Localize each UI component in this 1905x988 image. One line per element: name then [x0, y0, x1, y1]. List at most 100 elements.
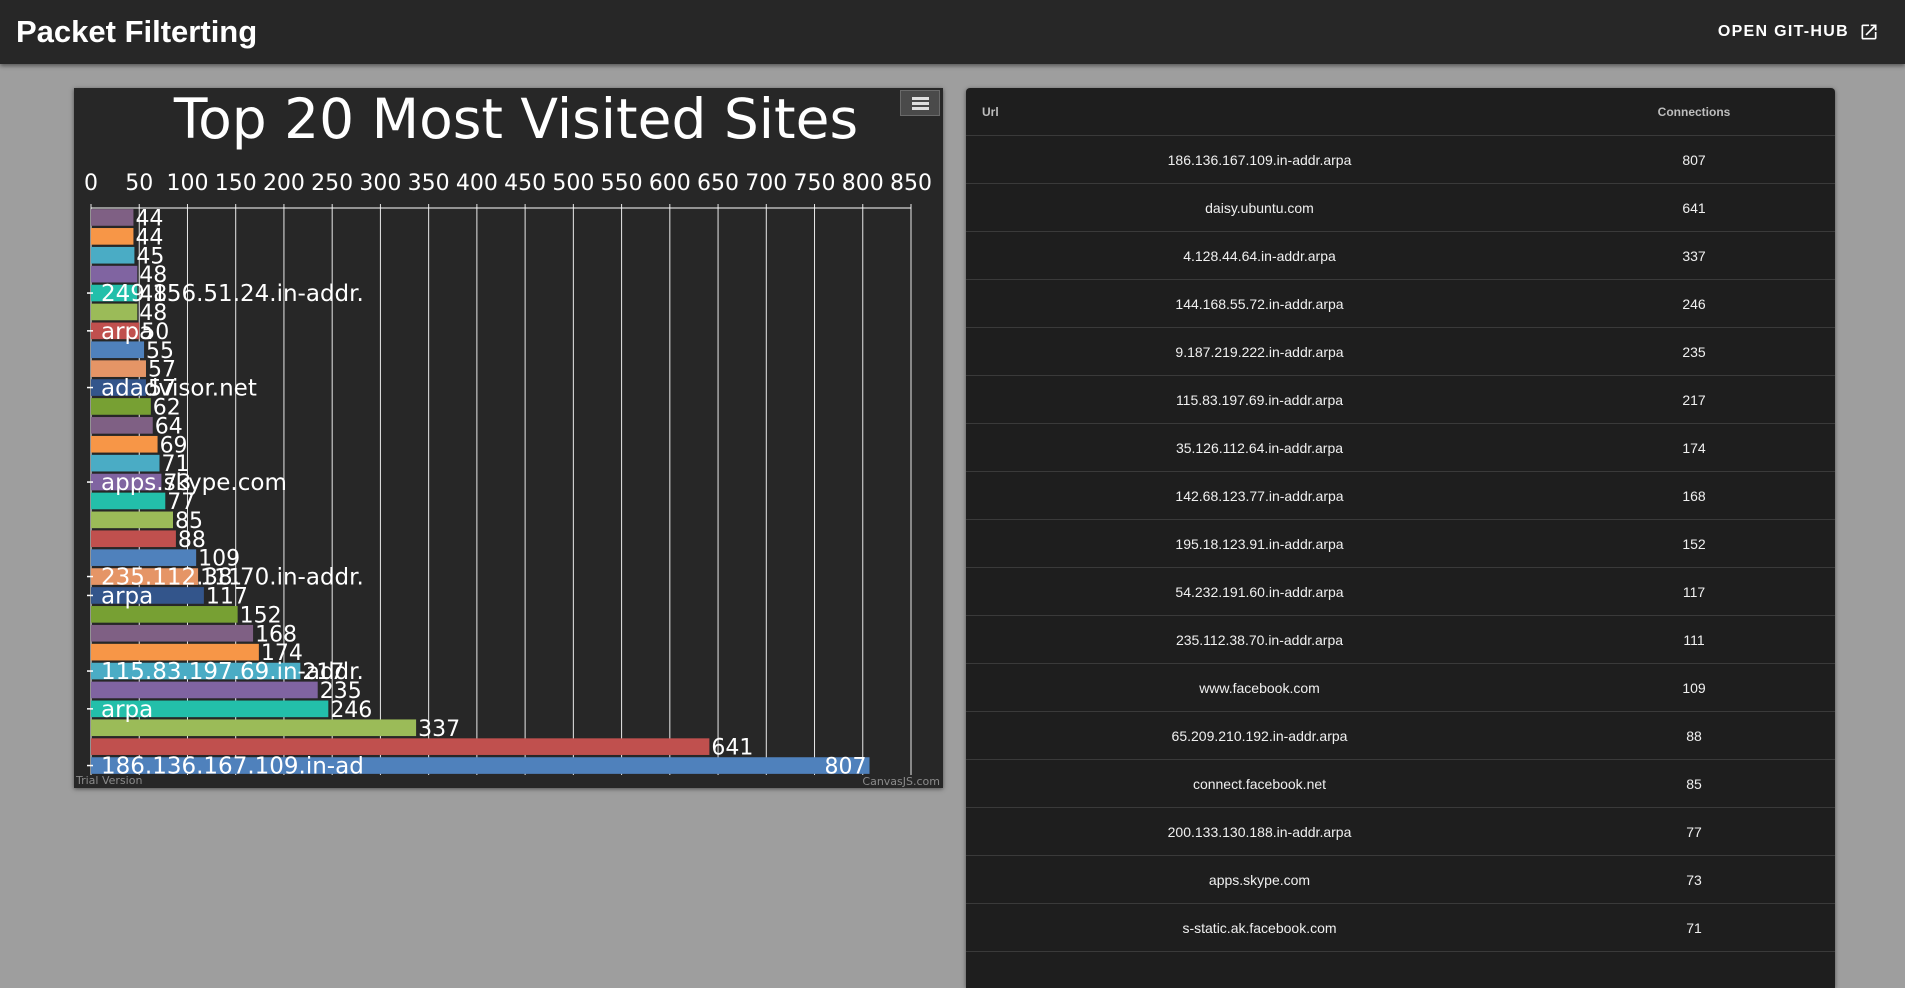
x-tick-label: 550 [601, 171, 643, 196]
category-label: 235.112.38.70.in-addr. [101, 565, 364, 591]
app-title: Packet Filterting [16, 14, 258, 49]
x-tick-label: 300 [359, 171, 401, 196]
category-label: 249.156.51.24.in-addr. [101, 281, 364, 307]
x-tick-label: 650 [697, 171, 739, 196]
url-cell: 186.136.167.109.in-addr.arpa [966, 135, 1553, 184]
x-tick-label: 350 [408, 171, 450, 196]
connections-table-card: Url Connections 186.136.167.109.in-addr.… [966, 88, 1835, 988]
bar [91, 265, 138, 283]
category-label: arpa [101, 697, 153, 723]
url-cell: 65.209.210.192.in-addr.arpa [966, 711, 1553, 760]
connections-cell: 246 [1553, 279, 1835, 328]
x-tick-label: 800 [842, 171, 884, 196]
table-header-row: Url Connections [966, 88, 1835, 136]
connections-cell: 85 [1553, 759, 1835, 808]
chart-card: Top 20 Most Visited Sites 0 50 100 150 200 250… [74, 88, 943, 788]
open-github-button[interactable]: OPEN GIT-HUB [1710, 16, 1887, 48]
connections-cell: 73 [1553, 855, 1835, 904]
x-tick-label: 500 [552, 171, 594, 196]
bar-chart: Top 20 Most Visited Sites 0 50 100 150 200 250… [75, 88, 940, 788]
connections-cell: 235 [1553, 327, 1835, 376]
connections-cell: 217 [1553, 375, 1835, 424]
table-row[interactable]: 200.133.130.188.in-addr.arpa 77 [966, 807, 1835, 856]
bar [91, 624, 254, 642]
url-cell: www.facebook.com [966, 663, 1553, 712]
chart-menu-button[interactable] [900, 90, 940, 116]
category-label: arpa [101, 319, 153, 345]
bar-value-label: 807 [825, 755, 867, 780]
url-cell: 4.128.44.64.in-addr.arpa [966, 231, 1553, 280]
table-row[interactable]: 9.187.219.222.in-addr.arpa 235 [966, 327, 1835, 376]
table-row[interactable]: apps.skype.com 73 [966, 855, 1835, 904]
table-row[interactable]: daisy.ubuntu.com 641 [966, 183, 1835, 232]
url-cell: 142.68.123.77.in-addr.arpa [966, 471, 1553, 520]
connections-cell: 71 [1553, 903, 1835, 952]
category-label: adadvisor.net [101, 376, 257, 402]
trial-version-watermark: Trial Version [75, 774, 142, 787]
table-row[interactable]: 144.168.55.72.in-addr.arpa 246 [966, 279, 1835, 328]
table-row[interactable]: 54.232.191.60.in-addr.arpa 117 [966, 567, 1835, 616]
x-tick-label: 0 [84, 171, 98, 196]
bar-value-label: 44 [135, 206, 163, 231]
url-cell: 200.133.130.188.in-addr.arpa [966, 807, 1553, 856]
url-cell: 54.232.191.60.in-addr.arpa [966, 567, 1553, 616]
open-in-new-icon [1861, 24, 1877, 40]
chart-title: Top 20 Most Visited Sites [173, 88, 858, 151]
bar [91, 417, 153, 434]
bar-value-label: 337 [418, 717, 460, 742]
url-cell: daisy.ubuntu.com [966, 183, 1553, 232]
x-tick-label: 450 [504, 171, 546, 196]
bar [91, 511, 173, 529]
table-row[interactable]: s-static.ak.facebook.com 71 [966, 903, 1835, 952]
table-row[interactable]: 186.136.167.109.in-addr.arpa 807 [966, 135, 1835, 184]
connections-cell: 641 [1553, 183, 1835, 232]
x-tick-label: 400 [456, 171, 498, 196]
bar [91, 738, 710, 755]
url-cell: s-static.ak.facebook.com [966, 903, 1553, 952]
bar [91, 360, 146, 377]
bar [91, 643, 259, 661]
connections-table: Url Connections 186.136.167.109.in-addr.… [966, 88, 1835, 952]
table-row[interactable]: 35.126.112.64.in-addr.arpa 174 [966, 423, 1835, 472]
x-tick-label: 750 [794, 171, 836, 196]
table-row[interactable]: 142.68.123.77.in-addr.arpa 168 [966, 471, 1835, 520]
x-tick-label: 700 [745, 171, 787, 196]
bar [91, 228, 134, 245]
url-cell: 195.18.123.91.in-addr.arpa [966, 519, 1553, 568]
table-row[interactable]: connect.facebook.net 85 [966, 759, 1835, 808]
url-cell: connect.facebook.net [966, 759, 1553, 808]
url-cell: 235.112.38.70.in-addr.arpa [966, 615, 1553, 664]
connections-cell: 337 [1553, 231, 1835, 280]
url-cell: apps.skype.com [966, 855, 1553, 904]
url-cell: 35.126.112.64.in-addr.arpa [966, 423, 1553, 472]
connections-cell: 807 [1553, 135, 1835, 184]
connections-cell: 168 [1553, 471, 1835, 520]
bar [91, 530, 176, 548]
table-row[interactable]: 4.128.44.64.in-addr.arpa 337 [966, 231, 1835, 280]
category-label: 115.83.197.69.in-addr. [101, 659, 364, 685]
x-tick-label: 150 [215, 171, 257, 196]
column-header-connections[interactable]: Connections [1553, 88, 1835, 136]
open-github-label: OPEN GIT-HUB [1717, 23, 1849, 40]
table-row[interactable]: 115.83.197.69.in-addr.arpa 217 [966, 375, 1835, 424]
url-cell: 144.168.55.72.in-addr.arpa [966, 279, 1553, 328]
bar [91, 209, 134, 226]
connections-cell: 174 [1553, 423, 1835, 472]
table-row[interactable]: 235.112.38.70.in-addr.arpa 111 [966, 615, 1835, 664]
connections-cell: 117 [1553, 567, 1835, 616]
x-tick-label: 50 [125, 171, 153, 196]
table-row[interactable]: 65.209.210.192.in-addr.arpa 88 [966, 711, 1835, 760]
url-cell: 115.83.197.69.in-addr.arpa [966, 375, 1553, 424]
app-bar: Packet Filterting OPEN GIT-HUB [0, 0, 1905, 64]
bar [91, 246, 135, 264]
bar-value-label: 641 [711, 736, 753, 761]
x-tick-label: 850 [890, 171, 932, 196]
bar [91, 435, 158, 453]
column-header-url[interactable]: Url [966, 88, 1553, 136]
table-row[interactable]: www.facebook.com 109 [966, 663, 1835, 712]
table-row[interactable]: 195.18.123.91.in-addr.arpa 152 [966, 519, 1835, 568]
canvasjs-watermark: CanvasJS.com [862, 775, 940, 788]
url-cell: 9.187.219.222.in-addr.arpa [966, 327, 1553, 376]
connections-cell: 152 [1553, 519, 1835, 568]
connections-cell: 111 [1553, 615, 1835, 664]
